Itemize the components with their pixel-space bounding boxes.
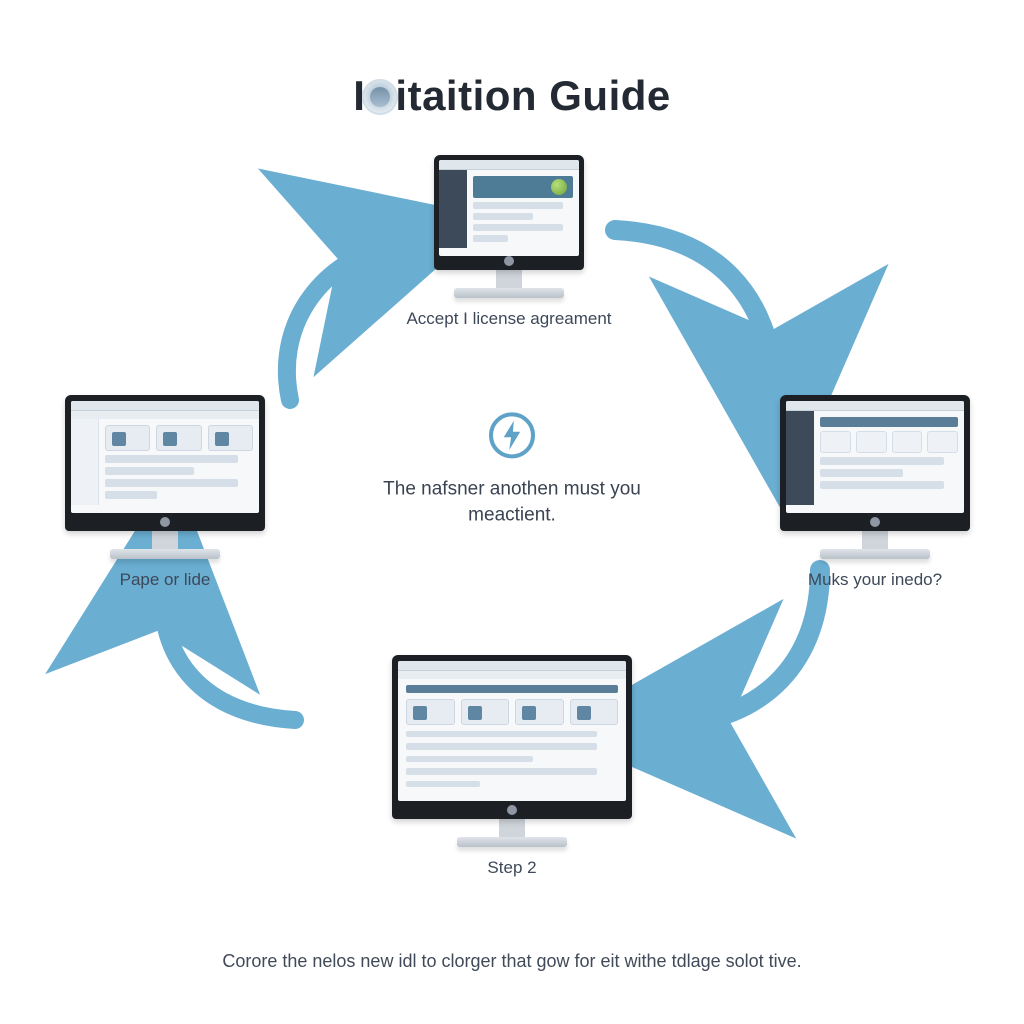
monitor-icon bbox=[392, 655, 632, 847]
step-right-caption: Muks your inedo? bbox=[770, 569, 980, 590]
monitor-icon bbox=[434, 155, 584, 298]
lightning-circle-icon bbox=[489, 412, 535, 458]
step-top-caption: Accept I license agreament bbox=[404, 308, 614, 329]
arrow-left-to-top-icon bbox=[260, 230, 410, 415]
logo-icon bbox=[362, 79, 398, 115]
step-bottom: Step 2 bbox=[362, 655, 662, 878]
monitor-icon bbox=[780, 395, 970, 559]
step-right: Muks your inedo? bbox=[770, 395, 980, 590]
arrow-top-to-right-icon bbox=[605, 215, 795, 420]
monitor-icon bbox=[65, 395, 265, 559]
center-text: The nafsner anothen must you meactient. bbox=[362, 476, 662, 527]
step-top: Accept I license agreament bbox=[404, 155, 614, 329]
step-left-caption: Pape or lide bbox=[60, 569, 270, 590]
step-left: Pape or lide bbox=[60, 395, 270, 590]
title-suffix: itaition Guide bbox=[395, 72, 670, 119]
arrow-bottom-to-left-icon bbox=[145, 565, 315, 740]
center-core: The nafsner anothen must you meactient. bbox=[362, 412, 662, 527]
step-bottom-caption: Step 2 bbox=[362, 857, 662, 878]
footer-text: Corore the nelos new idl to clorger that… bbox=[0, 951, 1024, 972]
page-title: Iitaition Guide bbox=[0, 72, 1024, 120]
